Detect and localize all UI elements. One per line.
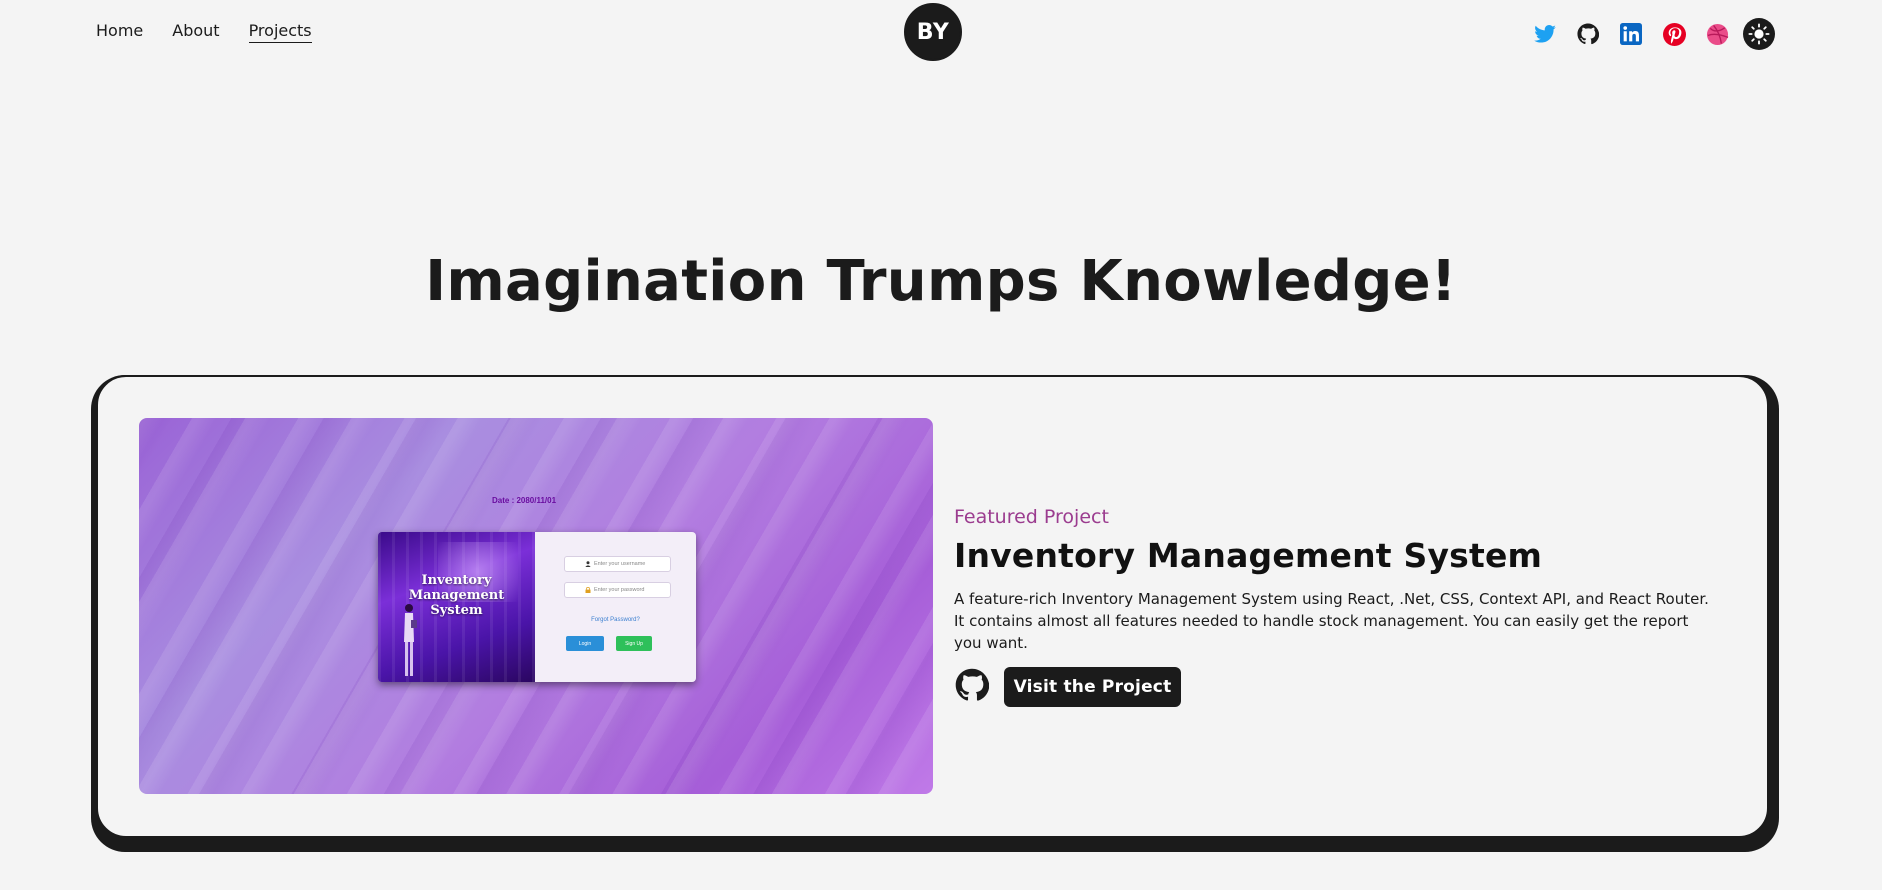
social-links <box>1532 18 1775 50</box>
linkedin-link[interactable] <box>1618 21 1644 47</box>
theme-toggle-button[interactable] <box>1743 18 1775 50</box>
nav-link-projects[interactable]: Projects <box>248 20 312 43</box>
screenshot-date-text: Date : 2080/11/01 <box>492 496 557 505</box>
dribbble-link[interactable] <box>1704 21 1730 47</box>
screenshot-login-form: Enter your username Enter your password … <box>535 532 696 682</box>
twitter-icon <box>1534 25 1556 43</box>
visit-project-button[interactable]: Visit the Project <box>1004 667 1181 707</box>
main-nav: Home About Projects <box>96 20 312 43</box>
screenshot-login-banner: Inventory Management System <box>378 532 535 682</box>
sun-icon <box>1748 23 1770 45</box>
site-header: Home About Projects BY <box>0 0 1882 64</box>
github-link[interactable] <box>1575 21 1601 47</box>
user-icon <box>585 561 591 567</box>
screenshot-signup-button: Sign Up <box>616 636 652 651</box>
screenshot-username-field: Enter your username <box>564 556 671 572</box>
screenshot-login-panel: Inventory Management System Enter your u… <box>378 532 696 682</box>
site-logo[interactable]: BY <box>904 3 962 61</box>
nav-link-about[interactable]: About <box>172 20 219 42</box>
project-description: A feature-rich Inventory Management Syst… <box>954 590 1709 652</box>
twitter-link[interactable] <box>1532 21 1558 47</box>
project-screenshot[interactable]: Date : 2080/11/01 Inventory Management S… <box>139 418 933 794</box>
linkedin-icon <box>1620 23 1642 45</box>
dribbble-icon <box>1706 23 1729 46</box>
github-icon <box>955 668 990 706</box>
github-icon <box>1577 23 1599 45</box>
lock-icon <box>585 587 591 593</box>
screenshot-password-field: Enter your password <box>564 582 671 598</box>
person-figure-icon <box>404 604 417 676</box>
project-github-link[interactable] <box>954 668 990 706</box>
screenshot-forgot-link: Forgot Password? <box>591 617 640 623</box>
pinterest-link[interactable] <box>1661 21 1687 47</box>
hero-title: Imagination Trumps Knowledge! <box>425 249 1457 314</box>
featured-label: Featured Project <box>954 506 1109 528</box>
screenshot-login-button: Login <box>566 636 604 651</box>
pinterest-icon <box>1662 22 1686 46</box>
project-title-link[interactable]: Inventory Management System <box>954 536 1542 576</box>
nav-link-home[interactable]: Home <box>96 20 143 42</box>
